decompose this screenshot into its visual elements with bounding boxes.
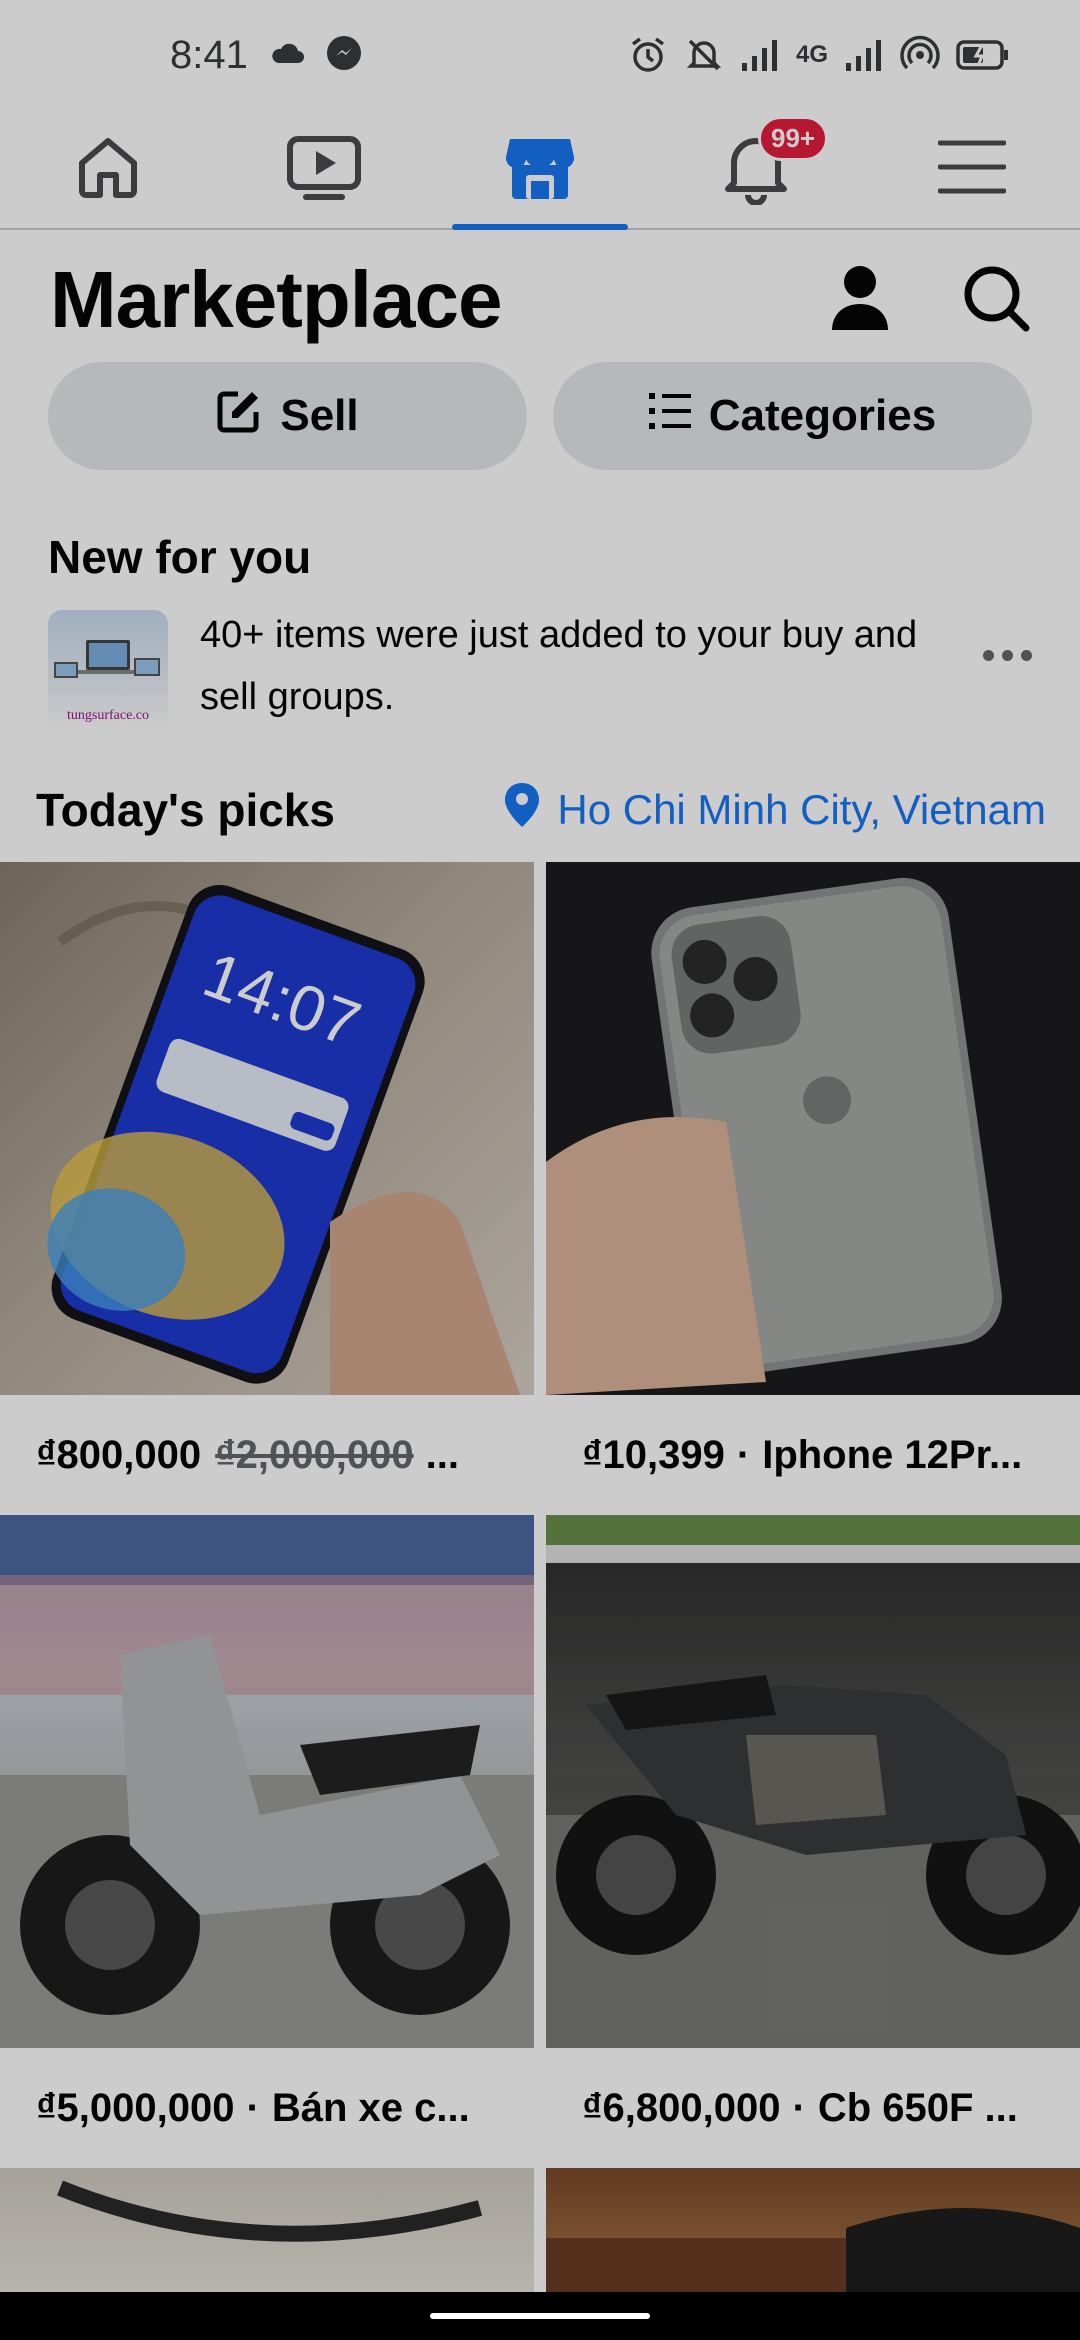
messenger-status-icon xyxy=(326,35,362,76)
nav-home[interactable] xyxy=(0,110,216,228)
listing-title: Cb 650F ... xyxy=(817,2085,1018,2130)
header-actions xyxy=(830,264,1030,337)
location-pin-icon xyxy=(503,781,541,839)
location-label: Ho Chi Minh City, Vietnam xyxy=(557,786,1046,833)
listing-price-line: ₫6,800,000 · Cb 650F ... xyxy=(582,2085,1018,2130)
todays-picks-header: Today's picks Ho Chi Minh City, Vietnam xyxy=(36,780,1046,840)
listing-card[interactable] xyxy=(546,2168,1080,2298)
signal-icon-2 xyxy=(844,37,884,73)
status-left: 8:41 xyxy=(170,33,362,78)
mute-icon xyxy=(684,35,724,75)
system-nav-bar xyxy=(0,2292,1080,2340)
action-buttons: Sell Categories xyxy=(48,362,1032,470)
status-time: 8:41 xyxy=(170,32,248,77)
categories-button[interactable]: Categories xyxy=(553,362,1032,470)
listing-card[interactable] xyxy=(0,2168,534,2298)
listing-price-line: ₫5,000,000 · Bán xe c... xyxy=(36,2085,470,2130)
listing-image xyxy=(546,1515,1080,2048)
listing-price-line: ₫10,399 · Iphone 12Pr... xyxy=(582,1432,1023,1477)
listing-image: 14:07 xyxy=(0,862,534,1395)
battery-icon xyxy=(956,39,1010,71)
categories-label: Categories xyxy=(708,391,937,440)
status-right: 4G xyxy=(628,35,1010,75)
video-icon xyxy=(286,131,362,208)
listing-price: ₫6,800,000 xyxy=(582,2085,781,2130)
page-title: Marketplace xyxy=(50,255,502,344)
sell-button[interactable]: Sell xyxy=(48,362,527,470)
hotspot-icon xyxy=(900,35,940,75)
listing-card[interactable]: 14:07 ₫800,000 ₫2,000,000 ... xyxy=(0,862,534,1515)
list-icon xyxy=(648,391,691,442)
notice-thumbnail: tungsurface.co xyxy=(48,610,168,730)
cloud-icon xyxy=(270,41,304,70)
listing-image xyxy=(546,2168,1080,2298)
profile-icon[interactable] xyxy=(830,264,890,337)
listing-image xyxy=(0,2168,534,2298)
marketplace-icon xyxy=(502,129,578,210)
listing-image xyxy=(546,862,1080,1395)
status-bar: 8:41 4G xyxy=(0,0,1080,110)
listing-card[interactable]: ₫5,000,000 · Bán xe c... xyxy=(0,1515,534,2168)
more-options-icon[interactable] xyxy=(983,650,1032,661)
nav-marketplace[interactable] xyxy=(432,110,648,230)
listing-title: Iphone 12Pr... xyxy=(762,1432,1023,1477)
nav-menu[interactable] xyxy=(864,110,1080,228)
listing-title: Bán xe c... xyxy=(271,2085,470,2130)
new-for-you-title: New for you xyxy=(48,531,312,583)
thumb-caption: tungsurface.co xyxy=(66,708,150,723)
listing-price: ₫5,000,000 xyxy=(36,2085,235,2130)
notification-badge: 99+ xyxy=(758,116,829,161)
listing-original-price: ₫2,000,000 xyxy=(215,1432,414,1477)
listing-price: ₫800,000 xyxy=(36,1432,202,1477)
notice-text: 40+ items were just added to your buy an… xyxy=(200,614,918,718)
nav-notifications[interactable]: 99+ xyxy=(648,110,864,228)
home-indicator[interactable] xyxy=(430,2313,650,2319)
alarm-icon xyxy=(628,35,668,75)
page-header: Marketplace xyxy=(0,240,1080,360)
listing-image xyxy=(0,1515,534,2048)
listing-card[interactable]: ₫6,800,000 · Cb 650F ... xyxy=(546,1515,1080,2168)
top-nav: 99+ xyxy=(0,110,1080,230)
search-icon[interactable] xyxy=(962,264,1030,337)
listing-more: ... xyxy=(425,1432,459,1477)
signal-icon xyxy=(740,37,780,73)
new-items-notice[interactable]: tungsurface.co 40+ items were just added… xyxy=(48,610,1032,740)
network-type: 4G xyxy=(795,41,828,68)
location-selector[interactable]: Ho Chi Minh City, Vietnam xyxy=(503,781,1046,839)
todays-picks-title: Today's picks xyxy=(36,784,335,836)
home-icon xyxy=(72,131,144,208)
edit-icon xyxy=(216,388,262,445)
listing-price-line: ₫800,000 ₫2,000,000 ... xyxy=(0,1395,534,1515)
listing-card[interactable]: ₫10,399 · Iphone 12Pr... xyxy=(546,862,1080,1515)
listing-price: ₫10,399 xyxy=(582,1432,725,1477)
hamburger-icon xyxy=(937,137,1007,202)
nav-video[interactable] xyxy=(216,110,432,228)
sell-label: Sell xyxy=(280,391,359,440)
